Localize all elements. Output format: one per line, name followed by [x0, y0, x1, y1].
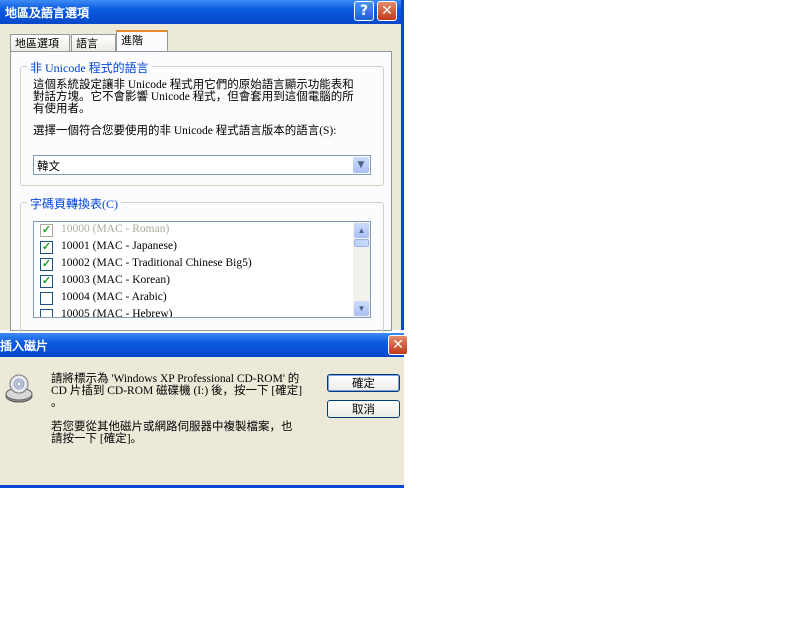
language-select[interactable]: 韓文 ▼	[33, 155, 371, 175]
codepage-label: 10005 (MAC - Hebrew)	[61, 308, 173, 318]
checkbox-checked-icon[interactable]: ✓	[40, 258, 53, 271]
window-title: 地區及語言選項	[5, 6, 90, 20]
message-line: 請將標示為 'Windows XP Professional CD-ROM' 的	[51, 373, 300, 385]
tab-regional-options[interactable]: 地區選項	[10, 34, 70, 51]
description-line: 這個系統設定讓非 Unicode 程式用它們的原始語言顯示功能表和	[33, 79, 354, 91]
message-line: 。	[51, 397, 63, 409]
nonunicode-description: 這個系統設定讓非 Unicode 程式用它們的原始語言顯示功能表和 對話方塊。它…	[33, 79, 375, 115]
checkbox-unchecked-icon[interactable]	[40, 309, 53, 317]
close-button[interactable]: ✕	[377, 1, 397, 21]
ok-button[interactable]: 確定	[327, 374, 400, 392]
codepage-label: 10001 (MAC - Japanese)	[61, 240, 177, 252]
scroll-up-icon[interactable]: ▲	[354, 223, 369, 238]
cancel-button[interactable]: 取消	[327, 400, 400, 418]
codepage-label: 10000 (MAC - Roman)	[61, 223, 170, 235]
description-line: 對話方塊。它不會影響 Unicode 程式，但會套用到這個電腦的所	[33, 91, 354, 103]
checkbox-checked-icon[interactable]: ✓	[40, 224, 53, 237]
codepage-label: 10003 (MAC - Korean)	[61, 274, 170, 286]
dialog-title: 插入磁片	[0, 339, 49, 353]
message-line: 請按一下 [確定]。	[51, 433, 143, 445]
insert-disk-dialog: 插入磁片 ✕ 請將標示為 'Windows XP Professional CD…	[0, 333, 408, 488]
message-line: CD 片插到 CD-ROM 磁碟機 (I:) 後，按一下 [確定]	[51, 385, 303, 397]
nonunicode-heading: 非 Unicode 程式的語言	[27, 59, 152, 76]
taskbar-strip	[0, 485, 404, 488]
alternate-source-message: 若您要從其他磁片或網路伺服器中複製檔案，也 請按一下 [確定]。	[51, 421, 313, 445]
codepage-group: 字碼頁轉換表(C) ✓ 10000 (MAC - Roman) ✓ 10001 …	[20, 195, 384, 334]
language-prompt: 選擇一個符合您要使用的非 Unicode 程式語言版本的語言(S):	[33, 125, 337, 137]
selected-language: 韓文	[37, 159, 60, 173]
codepage-label: 10004 (MAC - Arabic)	[61, 291, 167, 303]
vertical-scrollbar[interactable]: ▲ ▼	[353, 222, 370, 317]
tab-languages[interactable]: 語言	[71, 34, 116, 51]
advanced-tab-panel: 非 Unicode 程式的語言 這個系統設定讓非 Unicode 程式用它們的原…	[10, 51, 392, 334]
regional-titlebar[interactable]: 地區及語言選項 ? ✕	[0, 0, 401, 24]
codepage-label: 10002 (MAC - Traditional Chinese Big5)	[61, 257, 252, 269]
checkbox-checked-icon[interactable]: ✓	[40, 241, 53, 254]
codepage-list[interactable]: ✓ 10000 (MAC - Roman) ✓ 10001 (MAC - Jap…	[33, 221, 371, 318]
regional-language-window: 地區及語言選項 ? ✕ 地區選項 語言 進階 非 Unicode 程式的語言 這…	[0, 0, 404, 334]
message-line: 若您要從其他磁片或網路伺服器中複製檔案，也	[51, 421, 293, 433]
chevron-down-icon[interactable]: ▼	[353, 157, 369, 173]
codepage-heading: 字碼頁轉換表(C)	[27, 195, 121, 212]
scroll-down-icon[interactable]: ▼	[354, 301, 369, 316]
insert-disk-message: 請將標示為 'Windows XP Professional CD-ROM' 的…	[51, 373, 313, 409]
insert-disk-titlebar[interactable]: 插入磁片 ✕	[0, 333, 408, 357]
tab-advanced[interactable]: 進階	[116, 30, 168, 52]
description-line: 有使用者。	[33, 103, 91, 115]
scroll-thumb[interactable]	[354, 239, 369, 247]
checkbox-unchecked-icon[interactable]	[40, 292, 53, 305]
dialog-close-button[interactable]: ✕	[388, 335, 408, 355]
help-button[interactable]: ?	[354, 1, 374, 21]
checkbox-checked-icon[interactable]: ✓	[40, 275, 53, 288]
nonunicode-group: 非 Unicode 程式的語言 這個系統設定讓非 Unicode 程式用它們的原…	[20, 59, 384, 186]
cd-drive-icon	[5, 374, 33, 403]
